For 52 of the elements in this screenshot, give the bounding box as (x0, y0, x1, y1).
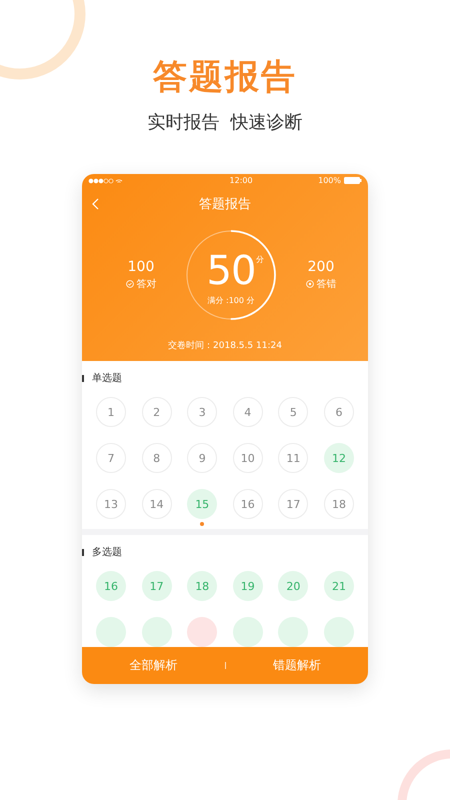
correct-count: 100 (128, 259, 154, 275)
correct-label: 答对 (136, 278, 156, 291)
question-number[interactable]: 16 (232, 489, 263, 519)
score-value: 50 (206, 248, 256, 292)
question-number[interactable]: 8 (142, 443, 172, 473)
question-number[interactable] (142, 617, 172, 647)
full-score: 满分 :100 分 (207, 294, 255, 306)
question-number[interactable]: 19 (232, 571, 263, 601)
subtitle: 实时报告 快速诊断 (147, 111, 303, 134)
target-circle-icon (306, 280, 314, 288)
question-number[interactable] (187, 617, 218, 647)
wrong-count: 200 (308, 259, 334, 275)
question-number[interactable]: 4 (232, 397, 263, 427)
question-number[interactable]: 20 (278, 571, 308, 601)
question-number[interactable] (96, 617, 126, 647)
question-number[interactable]: 6 (324, 397, 354, 427)
question-number[interactable]: 10 (232, 443, 263, 473)
signal-icon (88, 178, 124, 184)
score-unit: 分 (256, 254, 264, 265)
question-number[interactable]: 15 (187, 489, 218, 519)
question-number[interactable]: 13 (96, 489, 126, 519)
question-number[interactable]: 11 (278, 443, 308, 473)
section-title: 单选题 (92, 372, 122, 385)
question-number[interactable]: 9 (187, 443, 218, 473)
submit-time: 交卷时间：2018.5.5 11:24 (167, 340, 283, 352)
question-number[interactable]: 17 (278, 489, 308, 519)
question-number[interactable]: 3 (187, 397, 218, 427)
section-title: 多选题 (92, 546, 122, 559)
all-analysis-button[interactable]: 全部解析 (82, 656, 224, 675)
question-number[interactable]: 5 (278, 397, 308, 427)
screen-title: 答题报告 (199, 196, 251, 213)
question-number[interactable]: 18 (187, 571, 218, 601)
wrong-label: 答错 (316, 278, 336, 291)
question-number[interactable]: 12 (324, 443, 354, 473)
question-number[interactable]: 1 (96, 397, 126, 427)
check-circle-icon (126, 280, 134, 288)
battery-percent: 100% (318, 176, 341, 185)
question-number[interactable] (232, 617, 263, 647)
headline: 答题报告 (153, 56, 297, 99)
clock-time: 12:00 (230, 176, 253, 185)
question-number[interactable]: 18 (324, 489, 354, 519)
question-number[interactable] (324, 617, 354, 647)
question-number[interactable]: 21 (324, 571, 354, 601)
question-number[interactable]: 16 (96, 571, 126, 601)
question-number[interactable]: 17 (142, 571, 172, 601)
question-number[interactable]: 7 (96, 443, 126, 473)
wrong-analysis-button[interactable]: 错题解析 (226, 656, 368, 675)
question-number[interactable]: 2 (142, 397, 172, 427)
question-number[interactable] (278, 617, 308, 647)
battery-icon (344, 177, 362, 184)
back-icon[interactable] (92, 198, 99, 210)
question-number[interactable]: 14 (142, 489, 172, 519)
